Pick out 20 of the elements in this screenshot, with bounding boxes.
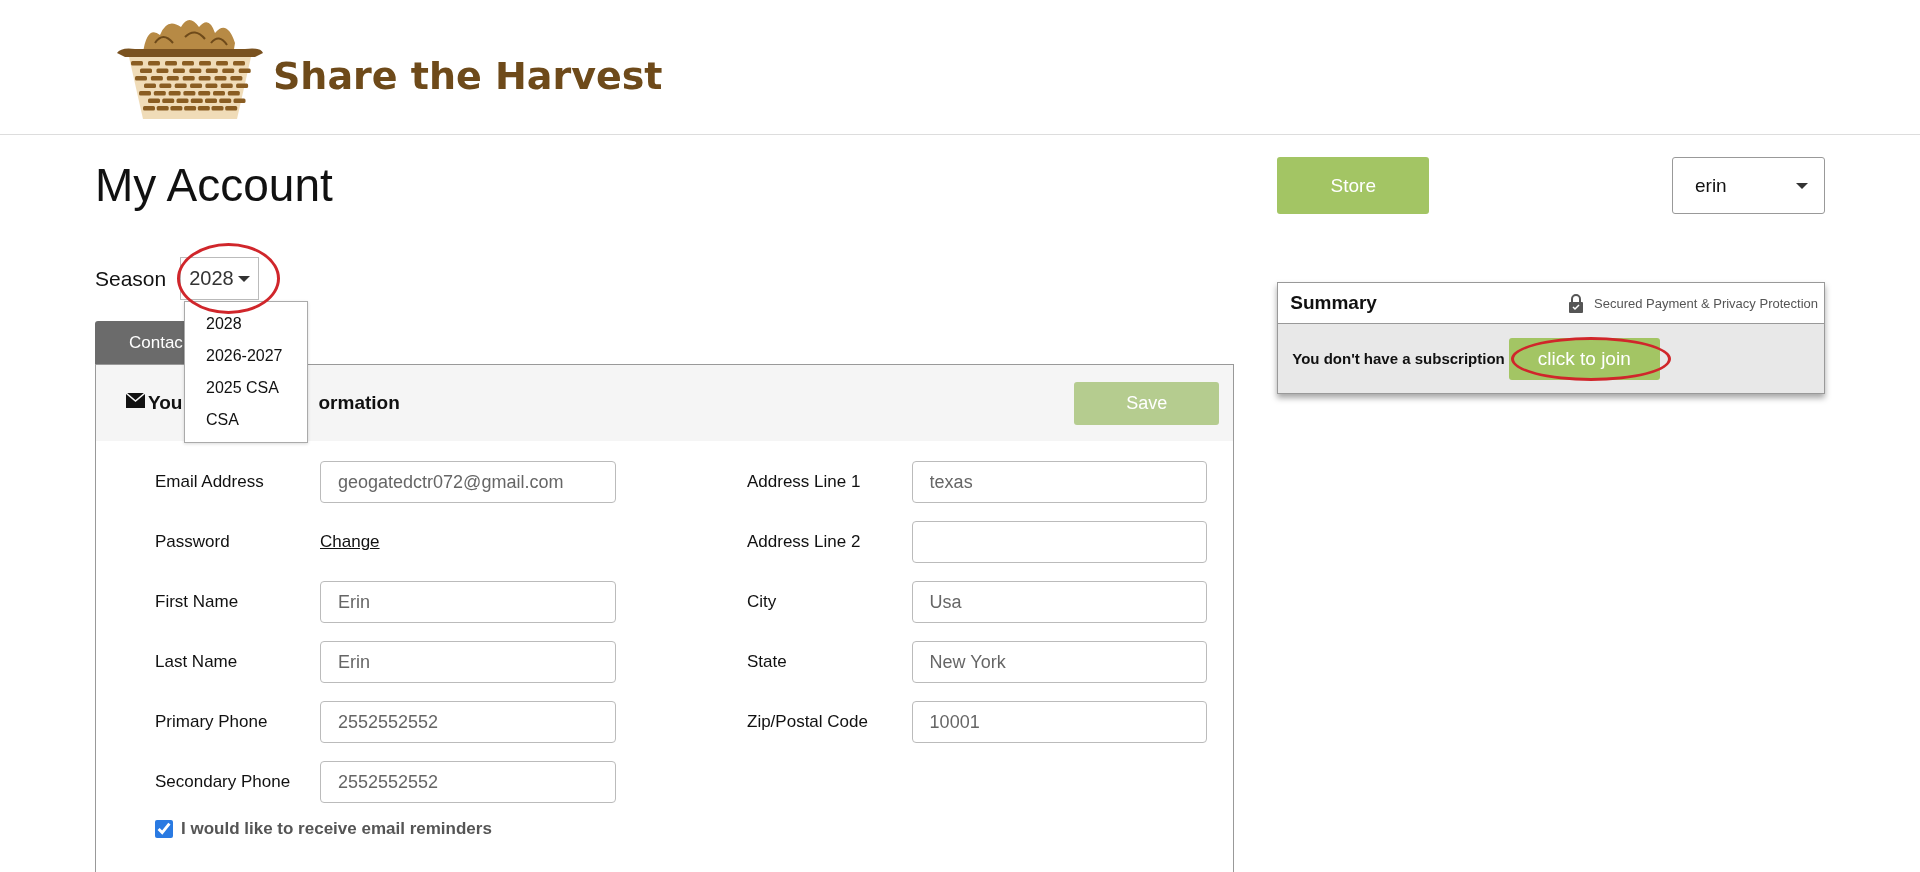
season-label: Season xyxy=(95,266,167,291)
field-label: Last Name xyxy=(155,652,239,672)
field-label: Address Line 2 xyxy=(747,532,862,552)
logo-text: Share the Harvest xyxy=(273,54,663,98)
section-title: You xyxy=(148,392,183,414)
field-label: Primary Phone xyxy=(155,712,269,732)
field-label: Address Line 1 xyxy=(747,472,862,492)
checkbox-label: I would like to receive email reminders xyxy=(181,819,492,839)
security-note: Secured Payment & Privacy Protection xyxy=(1594,295,1818,311)
summary-title: Summary xyxy=(1290,292,1377,314)
field-label: Password xyxy=(155,532,231,552)
field-label: State xyxy=(747,652,788,672)
field-label: City xyxy=(747,592,778,612)
field-label: Zip/Postal Code xyxy=(747,712,869,732)
field-label: Email Address xyxy=(155,472,265,492)
field-label: Secondary Phone xyxy=(155,772,292,792)
page-title: My Account xyxy=(95,158,334,213)
subscription-message: You don't have a subscription xyxy=(1292,350,1505,367)
section-title: ormation xyxy=(318,392,400,414)
field-label: First Name xyxy=(155,592,240,612)
